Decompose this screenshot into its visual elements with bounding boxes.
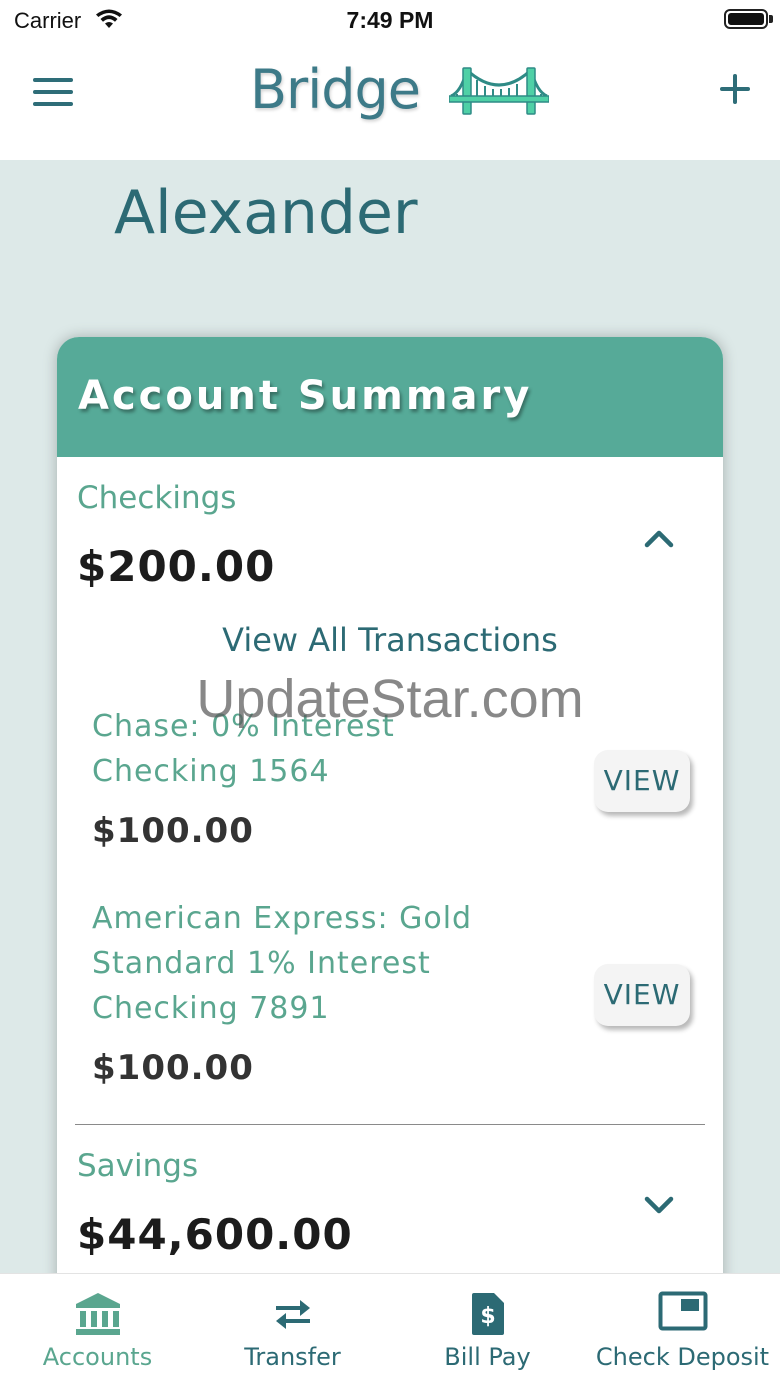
view-all-transactions-link[interactable]: View All Transactions xyxy=(57,621,723,659)
tab-transfer[interactable]: Transfer xyxy=(195,1274,390,1387)
view-account-button[interactable]: VIEW xyxy=(594,964,690,1026)
transfer-arrows-icon xyxy=(275,1300,310,1329)
card-title: Account Summary xyxy=(78,373,533,419)
svg-text:$: $ xyxy=(480,1304,495,1329)
nav-bar: Bridge xyxy=(0,44,780,160)
savings-balance: $44,600.00 xyxy=(77,1210,353,1259)
bridge-logo-icon xyxy=(449,67,549,115)
savings-label[interactable]: Savings xyxy=(77,1148,198,1184)
battery-icon xyxy=(724,9,768,29)
tab-label-check-deposit: Check Deposit xyxy=(595,1343,770,1371)
account-balance-amex: $100.00 xyxy=(92,1048,254,1088)
card-header: Account Summary xyxy=(57,337,723,457)
bill-icon: $ xyxy=(471,1293,504,1335)
view-account-button[interactable]: VIEW xyxy=(594,750,690,812)
chevron-up-icon[interactable] xyxy=(643,525,675,549)
brand-title: Bridge xyxy=(250,58,421,121)
account-name-amex: American Express: Gold Standard 1% Inter… xyxy=(92,901,473,1026)
account-balance-chase: $100.00 xyxy=(92,811,254,851)
tab-check-deposit[interactable]: Check Deposit xyxy=(585,1274,780,1387)
account-summary-card: Account Summary Checkings $200.00 View A… xyxy=(57,337,723,1297)
tab-label-bill-pay: Bill Pay xyxy=(444,1343,531,1371)
tab-bill-pay[interactable]: $ Bill Pay xyxy=(390,1274,585,1387)
user-greeting: Alexander xyxy=(114,178,418,248)
tab-label-transfer: Transfer xyxy=(244,1343,341,1371)
status-bar: Carrier 7:49 PM xyxy=(0,0,780,44)
tab-bar: Accounts Transfer $ Bill Pay Check Depos… xyxy=(0,1273,780,1387)
checkings-balance: $200.00 xyxy=(77,542,276,591)
menu-icon[interactable] xyxy=(33,78,73,110)
tab-label-accounts: Accounts xyxy=(42,1343,153,1371)
battery-nub xyxy=(769,15,773,23)
status-time: 7:49 PM xyxy=(346,7,434,33)
check-deposit-icon xyxy=(658,1291,707,1331)
bank-icon xyxy=(75,1293,120,1335)
checkings-label[interactable]: Checkings xyxy=(77,480,236,516)
watermark: UpdateStar.com xyxy=(196,669,584,729)
tab-accounts[interactable]: Accounts xyxy=(0,1274,195,1387)
add-icon[interactable] xyxy=(718,72,752,106)
section-divider xyxy=(75,1124,705,1125)
chevron-down-icon[interactable] xyxy=(643,1193,675,1217)
